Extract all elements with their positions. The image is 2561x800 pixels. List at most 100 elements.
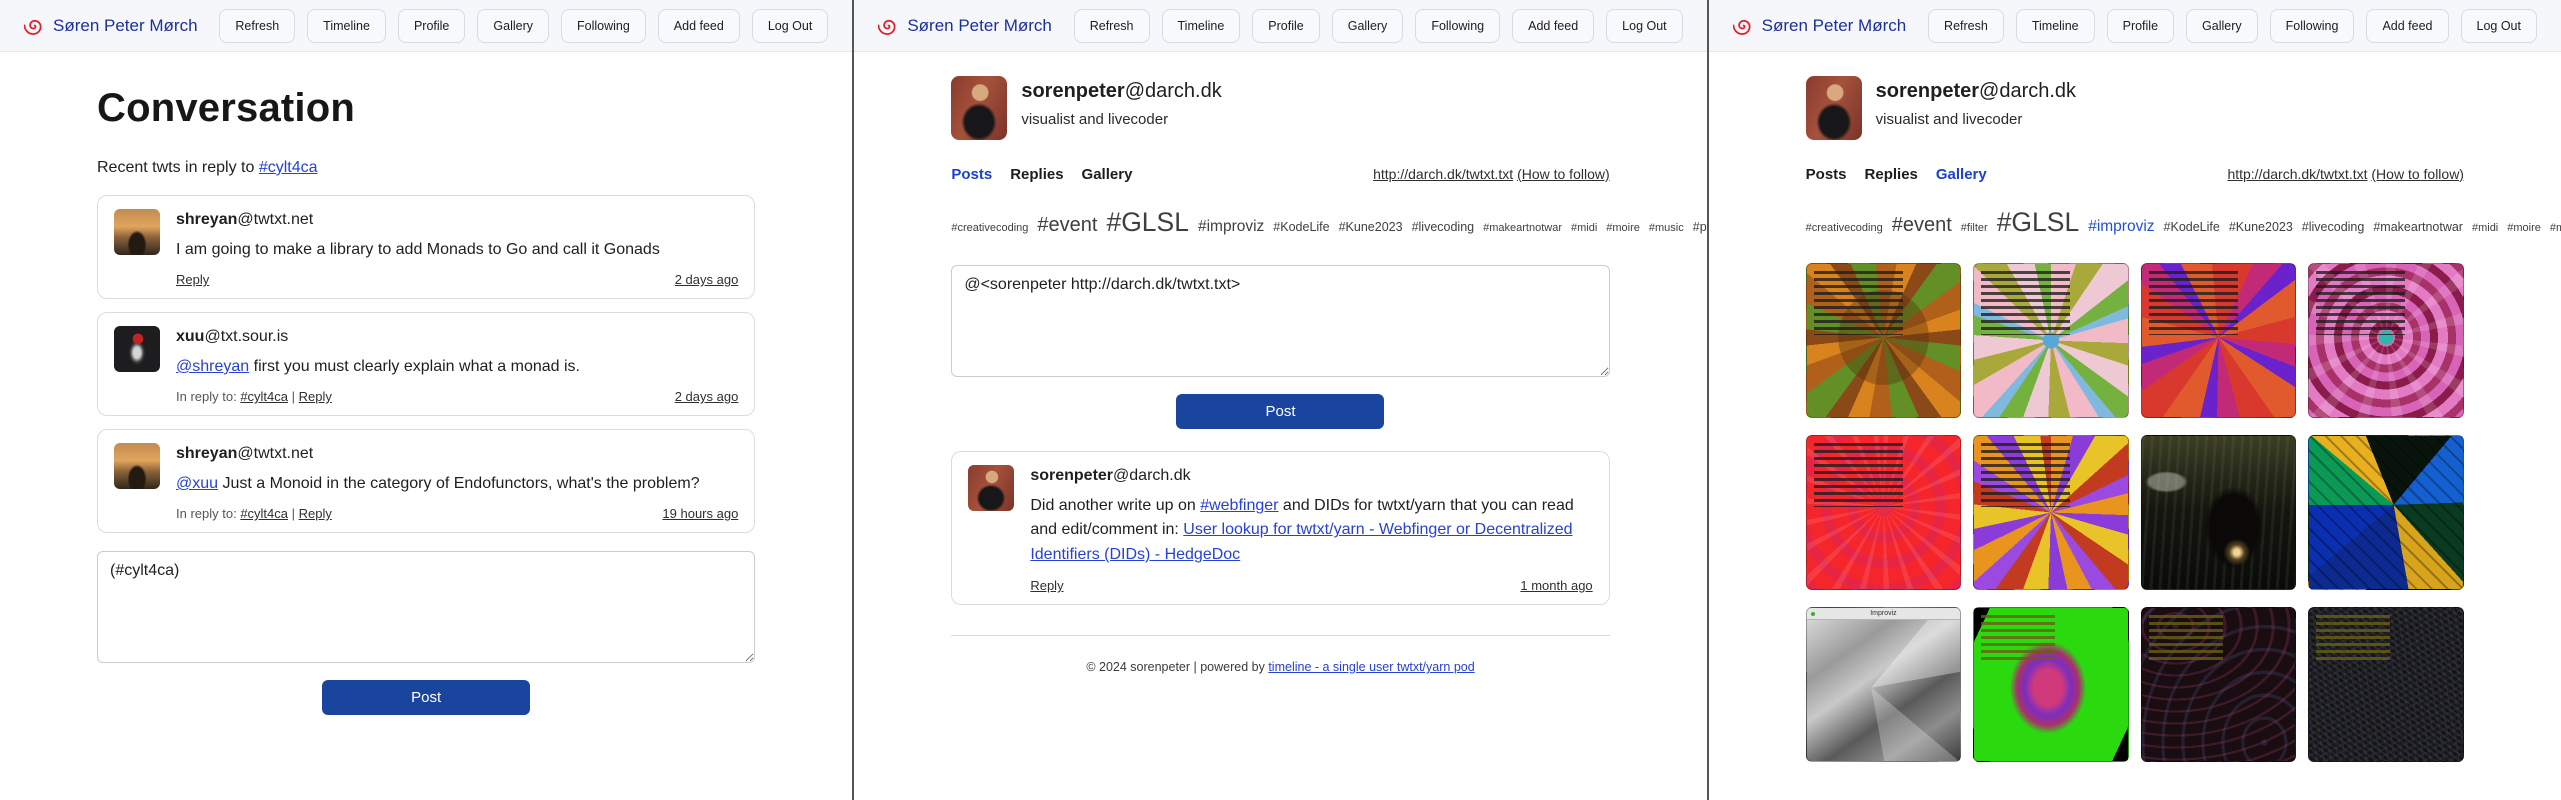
tab-posts[interactable]: Posts: [1806, 166, 1847, 183]
tag-link[interactable]: #Kune2023: [1339, 220, 1403, 234]
nav-profile-button[interactable]: Profile: [398, 9, 465, 43]
nav-timeline-button[interactable]: Timeline: [307, 9, 386, 43]
timestamp-link[interactable]: 1 month ago: [1520, 578, 1592, 593]
tab-replies[interactable]: Replies: [1010, 166, 1063, 183]
gallery-thumbnail[interactable]: [1806, 263, 1962, 418]
tag-link[interactable]: #moire: [1606, 222, 1640, 234]
nav-following-button[interactable]: Following: [561, 9, 646, 43]
gallery-thumbnail[interactable]: [1973, 263, 2129, 418]
tag-link[interactable]: #makeartnotwar: [1483, 222, 1562, 234]
nav-addfeed-button[interactable]: Add feed: [2366, 9, 2448, 43]
gallery-thumbnail[interactable]: Improviz: [1806, 607, 1962, 762]
nav: Refresh Timeline Profile Gallery Followi…: [1074, 9, 1683, 43]
nav-addfeed-button[interactable]: Add feed: [658, 9, 740, 43]
tag-link[interactable]: #filter: [1961, 222, 1988, 234]
mention-link[interactable]: @xuu: [176, 475, 218, 492]
top-bar: Søren Peter Mørch Refresh Timeline Profi…: [0, 0, 852, 52]
mention-link[interactable]: @shreyan: [176, 358, 249, 375]
app: Søren Peter Mørch Refresh Timeline Profi…: [0, 0, 2561, 800]
nav-logout-button[interactable]: Log Out: [2461, 9, 2537, 43]
nav-timeline-button[interactable]: Timeline: [2016, 9, 2095, 43]
nav-timeline-button[interactable]: Timeline: [1162, 9, 1241, 43]
how-to-follow-link[interactable]: (How to follow): [2371, 166, 2464, 182]
tag-link[interactable]: #event: [1892, 214, 1952, 236]
gallery-thumbnail[interactable]: [2141, 607, 2297, 762]
reply-link[interactable]: Reply: [299, 506, 332, 521]
nav-refresh-button[interactable]: Refresh: [1074, 9, 1150, 43]
tag-link[interactable]: #Kune2023: [2229, 220, 2293, 234]
gallery-thumbnail[interactable]: [2141, 435, 2297, 590]
tag-link[interactable]: #makeartnotwar: [2373, 220, 2463, 234]
footer: © 2024 sorenpeter | powered by timeline …: [951, 660, 1609, 674]
nav-profile-button[interactable]: Profile: [1252, 9, 1319, 43]
nav: Refresh Timeline Profile Gallery Followi…: [219, 9, 828, 43]
timestamp-link[interactable]: 2 days ago: [675, 272, 739, 287]
gallery-thumbnail[interactable]: [1973, 607, 2129, 762]
tag-link[interactable]: #GLSL: [1106, 207, 1189, 237]
tag-link[interactable]: #livecoding: [2302, 220, 2365, 234]
in-reply-hash-link[interactable]: #cylt4ca: [240, 389, 288, 404]
brand[interactable]: Søren Peter Mørch: [878, 15, 1052, 36]
gallery-thumbnail[interactable]: [2308, 263, 2464, 418]
footer-powered-by-link[interactable]: timeline - a single user twtxt/yarn pod: [1268, 660, 1474, 674]
author-handle: @twtxt.net: [237, 445, 313, 462]
gallery-thumbnail[interactable]: [2141, 263, 2297, 418]
tag-link[interactable]: #midi: [2472, 222, 2498, 234]
tag-link[interactable]: #music: [2550, 222, 2561, 234]
nav-following-button[interactable]: Following: [2270, 9, 2355, 43]
conversation-hash-link[interactable]: #cylt4ca: [259, 159, 318, 176]
reply-composer-textarea[interactable]: (#cylt4ca): [97, 551, 755, 663]
hashtag-link[interactable]: #webfinger: [1200, 497, 1278, 514]
feed-url-link[interactable]: http://darch.dk/twtxt.txt: [1373, 166, 1513, 182]
nav-profile-button[interactable]: Profile: [2107, 9, 2174, 43]
post-button[interactable]: Post: [322, 680, 530, 715]
tag-link[interactable]: #midi: [1571, 222, 1597, 234]
tag-link[interactable]: #moire: [2507, 222, 2541, 234]
how-to-follow-link[interactable]: (How to follow): [1517, 166, 1610, 182]
timestamp-link[interactable]: 2 days ago: [675, 389, 739, 404]
new-post-textarea[interactable]: @<sorenpeter http://darch.dk/twtxt.txt>: [951, 265, 1609, 377]
tab-gallery[interactable]: Gallery: [1936, 166, 1987, 183]
tag-link[interactable]: #creativecoding: [1806, 222, 1883, 234]
gallery-thumbnail[interactable]: [2308, 435, 2464, 590]
tab-gallery[interactable]: Gallery: [1082, 166, 1133, 183]
tag-link[interactable]: #improviz: [1198, 218, 1264, 235]
reply-link[interactable]: Reply: [1030, 578, 1063, 593]
nav-gallery-button[interactable]: Gallery: [2186, 9, 2258, 43]
tag-link-active[interactable]: #improviz: [2088, 218, 2154, 235]
nav-refresh-button[interactable]: Refresh: [1928, 9, 2004, 43]
reply-link[interactable]: Reply: [299, 389, 332, 404]
tag-link[interactable]: #GLSL: [1997, 207, 2080, 237]
in-reply-hash-link[interactable]: #cylt4ca: [240, 506, 288, 521]
profile-username: sorenpeter: [1021, 80, 1124, 102]
timestamp-link[interactable]: 19 hours ago: [662, 506, 738, 521]
gallery-thumbnail[interactable]: [1973, 435, 2129, 590]
gallery-thumbnail[interactable]: [2308, 607, 2464, 762]
nav-gallery-button[interactable]: Gallery: [1332, 9, 1404, 43]
tab-replies[interactable]: Replies: [1865, 166, 1918, 183]
tag-link[interactable]: #KodeLife: [2164, 220, 2220, 234]
tag-link[interactable]: #paintOver: [1693, 220, 1707, 234]
nav-following-button[interactable]: Following: [1415, 9, 1500, 43]
top-bar: Søren Peter Mørch Refresh Timeline Profi…: [1709, 0, 2561, 52]
brand[interactable]: Søren Peter Mørch: [24, 15, 198, 36]
twt-text: first you must clearly explain what a mo…: [249, 358, 580, 375]
tag-link[interactable]: #event: [1037, 214, 1097, 236]
nav-logout-button[interactable]: Log Out: [1606, 9, 1682, 43]
tag-cloud: #creativecoding #event #filter #GLSL #improv…: [1806, 199, 2464, 247]
tag-link[interactable]: #music: [1649, 222, 1684, 234]
tag-link[interactable]: #livecoding: [1412, 220, 1475, 234]
tag-link[interactable]: #creativecoding: [951, 222, 1028, 234]
tab-posts[interactable]: Posts: [951, 166, 992, 183]
nav-refresh-button[interactable]: Refresh: [219, 9, 295, 43]
nav-logout-button[interactable]: Log Out: [752, 9, 828, 43]
author-name: xuu: [176, 328, 204, 345]
gallery-thumbnail[interactable]: [1806, 435, 1962, 590]
nav-gallery-button[interactable]: Gallery: [477, 9, 549, 43]
tag-link[interactable]: #KodeLife: [1273, 220, 1329, 234]
nav-addfeed-button[interactable]: Add feed: [1512, 9, 1594, 43]
post-button[interactable]: Post: [1176, 394, 1384, 429]
feed-url-link[interactable]: http://darch.dk/twtxt.txt: [2227, 166, 2367, 182]
reply-link[interactable]: Reply: [176, 272, 209, 287]
brand[interactable]: Søren Peter Mørch: [1733, 15, 1907, 36]
